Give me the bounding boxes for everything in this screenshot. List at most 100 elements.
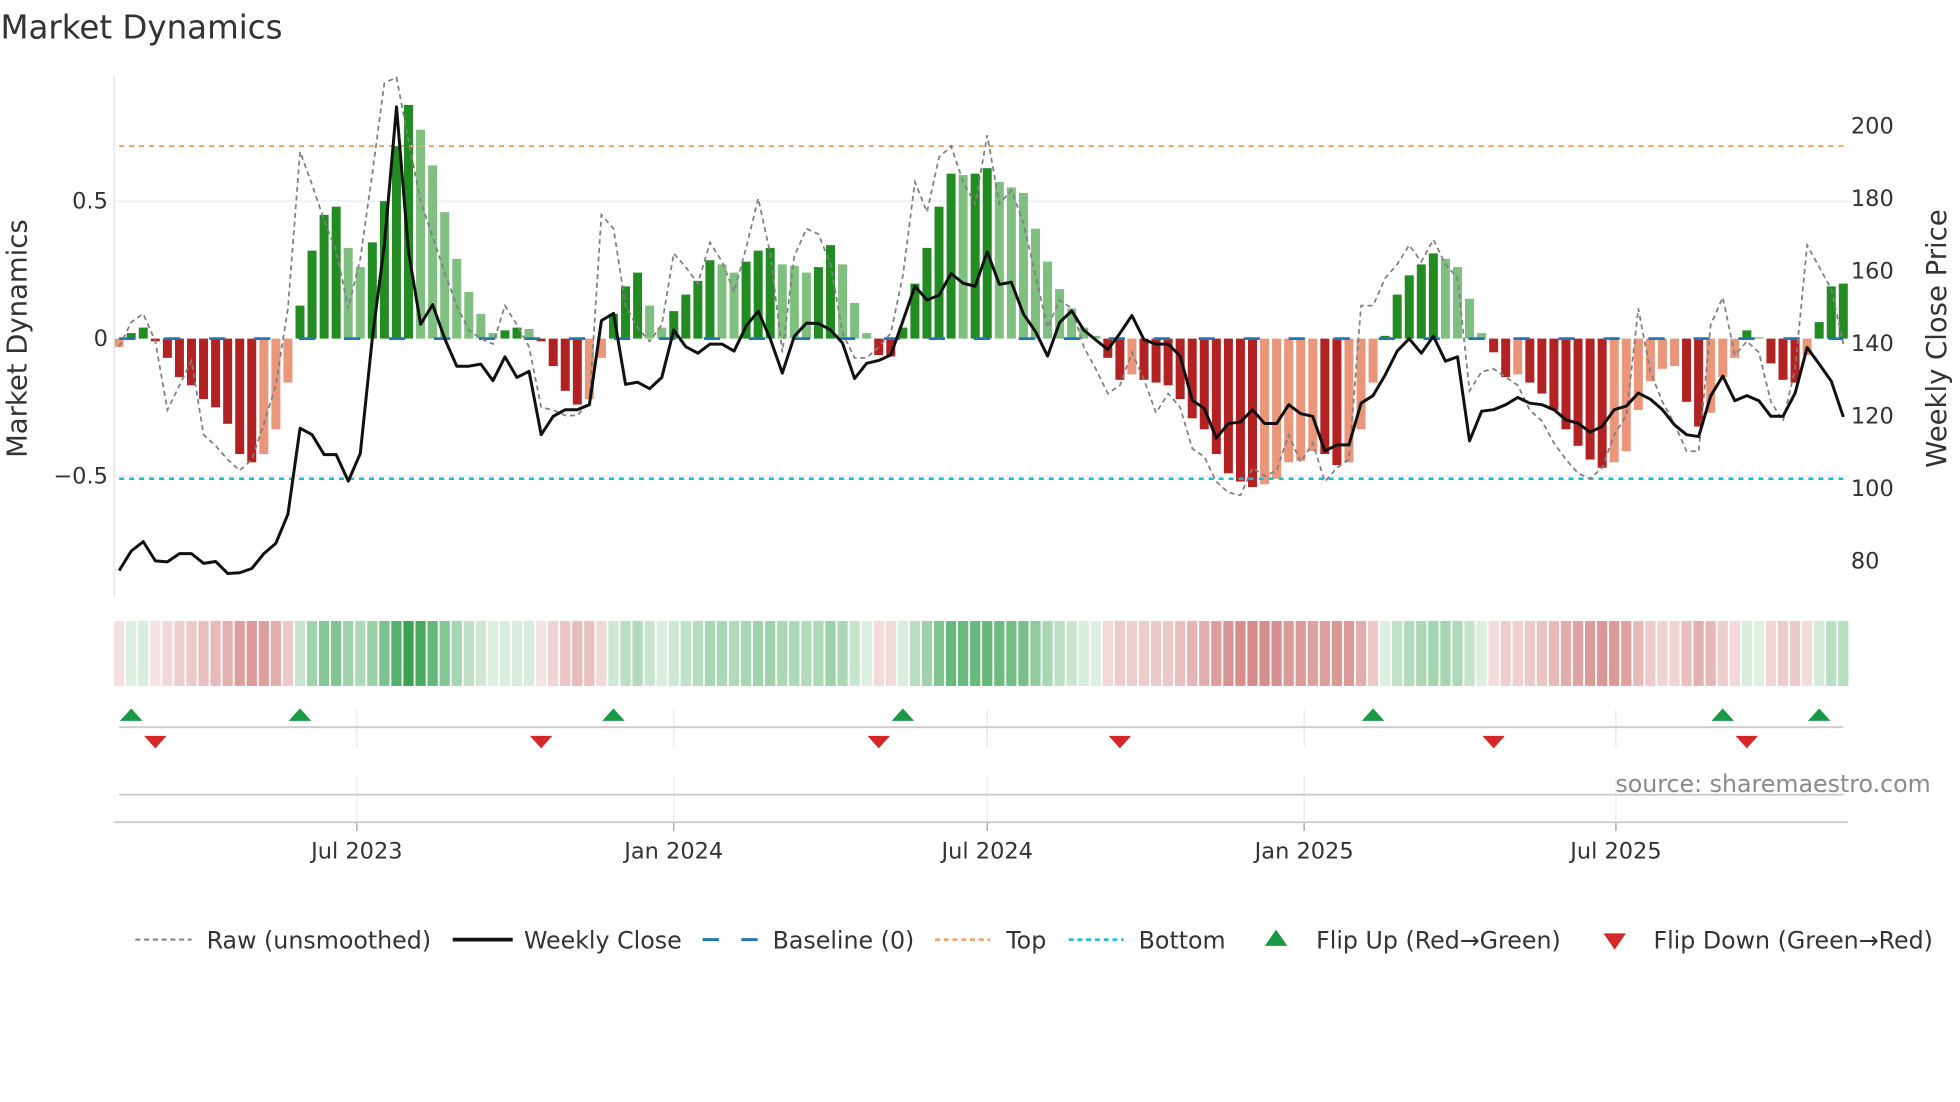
dynamics-bar: [223, 338, 233, 424]
dynamics-bar: [247, 338, 257, 463]
heat-cell: [789, 620, 800, 686]
y-tick-label-left: −0.5: [53, 464, 108, 490]
dynamics-bar: [174, 338, 184, 378]
dynamics-bar: [1368, 338, 1378, 383]
dynamics-bar: [645, 305, 655, 339]
dynamics-bar: [548, 338, 558, 367]
dynamics-bar: [1585, 338, 1595, 460]
heat-cell: [234, 620, 245, 686]
heat-cell: [982, 620, 993, 686]
heat-cell: [1006, 620, 1017, 686]
heat-cell: [1355, 620, 1367, 686]
heat-cell: [1814, 620, 1825, 686]
dynamics-bar: [235, 338, 245, 455]
heat-cell: [1331, 620, 1343, 686]
heat-cell: [1693, 620, 1704, 686]
heat-cell: [873, 620, 884, 686]
heat-cell: [511, 620, 523, 686]
dynamics-bar: [1187, 338, 1197, 419]
dynamics-bar: [391, 146, 401, 339]
dynamics-bar: [1501, 338, 1511, 378]
heat-cell: [126, 620, 137, 686]
x-tick-label: Jul 2025: [1568, 838, 1661, 864]
heat-cell: [1440, 620, 1451, 686]
dynamics-bar: [1416, 264, 1426, 339]
heat-cell: [1054, 620, 1065, 686]
legend-flip-down-label: Flip Down (Green→Red): [1653, 926, 1932, 954]
dynamics-bar: [319, 214, 329, 339]
heat-cell: [572, 620, 583, 686]
heat-cell: [523, 620, 535, 686]
dynamics-bar: [1006, 187, 1016, 339]
heat-cell: [1187, 620, 1198, 686]
x-tick-label: Jan 2025: [1253, 838, 1354, 864]
dynamics-bar: [199, 338, 209, 400]
heat-cell: [1126, 620, 1138, 686]
dynamics-bar: [874, 338, 884, 356]
heat-cell: [1018, 620, 1029, 686]
flip-up-icon: [602, 708, 625, 721]
heat-cell: [1548, 620, 1560, 686]
heat-cell: [1404, 620, 1415, 686]
dynamics-bar: [1826, 286, 1836, 339]
heat-cell: [1042, 620, 1053, 686]
heat-cell: [210, 620, 221, 686]
y-tick-label-right: 100: [1851, 476, 1894, 502]
flip-down-icon: [144, 735, 167, 749]
heat-cell: [1500, 620, 1511, 686]
heat-cell: [620, 620, 631, 686]
heat-cell: [1838, 620, 1849, 686]
heat-cell: [1259, 620, 1270, 686]
heat-cell: [1380, 620, 1391, 686]
heat-cell: [994, 620, 1005, 686]
y-tick-label-right: 200: [1851, 114, 1894, 140]
heat-cell: [306, 620, 318, 686]
flip-down-icon: [1482, 735, 1505, 749]
heat-cell: [584, 620, 595, 686]
dynamics-bar: [693, 280, 703, 339]
dynamics-bar: [1513, 338, 1523, 375]
y-tick-label-left: 0: [94, 326, 108, 352]
heat-cell: [1162, 620, 1174, 686]
heat-cell: [692, 620, 704, 686]
dynamics-bar: [705, 260, 715, 339]
heat-cell: [270, 620, 282, 686]
heat-cell: [1681, 620, 1692, 686]
source-credit: source: sharemaestro.com: [1615, 770, 1930, 798]
dynamics-bar: [560, 338, 570, 391]
dynamics-bar: [934, 206, 944, 339]
heat-cell: [933, 620, 945, 686]
heat-strip: [114, 620, 1849, 686]
heat-cell: [536, 620, 547, 686]
dynamics-bar: [1525, 338, 1535, 383]
dynamics-bar: [476, 313, 486, 339]
flip-up-icon: [1711, 708, 1734, 721]
heat-cell: [379, 620, 390, 686]
dynamics-bar: [753, 250, 763, 339]
y-tick-label-right: 80: [1851, 548, 1880, 574]
heat-cell: [885, 620, 896, 686]
heat-cell: [1367, 620, 1379, 686]
dynamics-bar: [1428, 253, 1438, 339]
heat-cell: [258, 620, 269, 686]
dynamics-bar: [1223, 338, 1233, 474]
dynamics-bar: [1682, 338, 1692, 402]
heat-cell: [391, 620, 402, 686]
heat-cell: [668, 620, 679, 686]
heat-cell: [1802, 620, 1813, 686]
heat-cell: [1307, 620, 1318, 686]
heat-cell: [1235, 620, 1246, 686]
dynamics-bar: [271, 338, 281, 430]
heat-cell: [1488, 620, 1499, 686]
heat-cell: [1271, 620, 1282, 686]
dynamics-bar: [259, 338, 269, 455]
chart-title: Market Dynamics: [0, 9, 282, 47]
heat-cell: [162, 620, 173, 686]
heat-cell: [174, 620, 185, 686]
heat-cell: [427, 620, 438, 686]
dynamics-bar: [1465, 298, 1475, 339]
heat-cell: [138, 620, 149, 686]
dynamics-bar: [1308, 338, 1318, 452]
y-tick-label-left: 0.5: [72, 189, 108, 215]
heat-cell: [1319, 620, 1330, 686]
